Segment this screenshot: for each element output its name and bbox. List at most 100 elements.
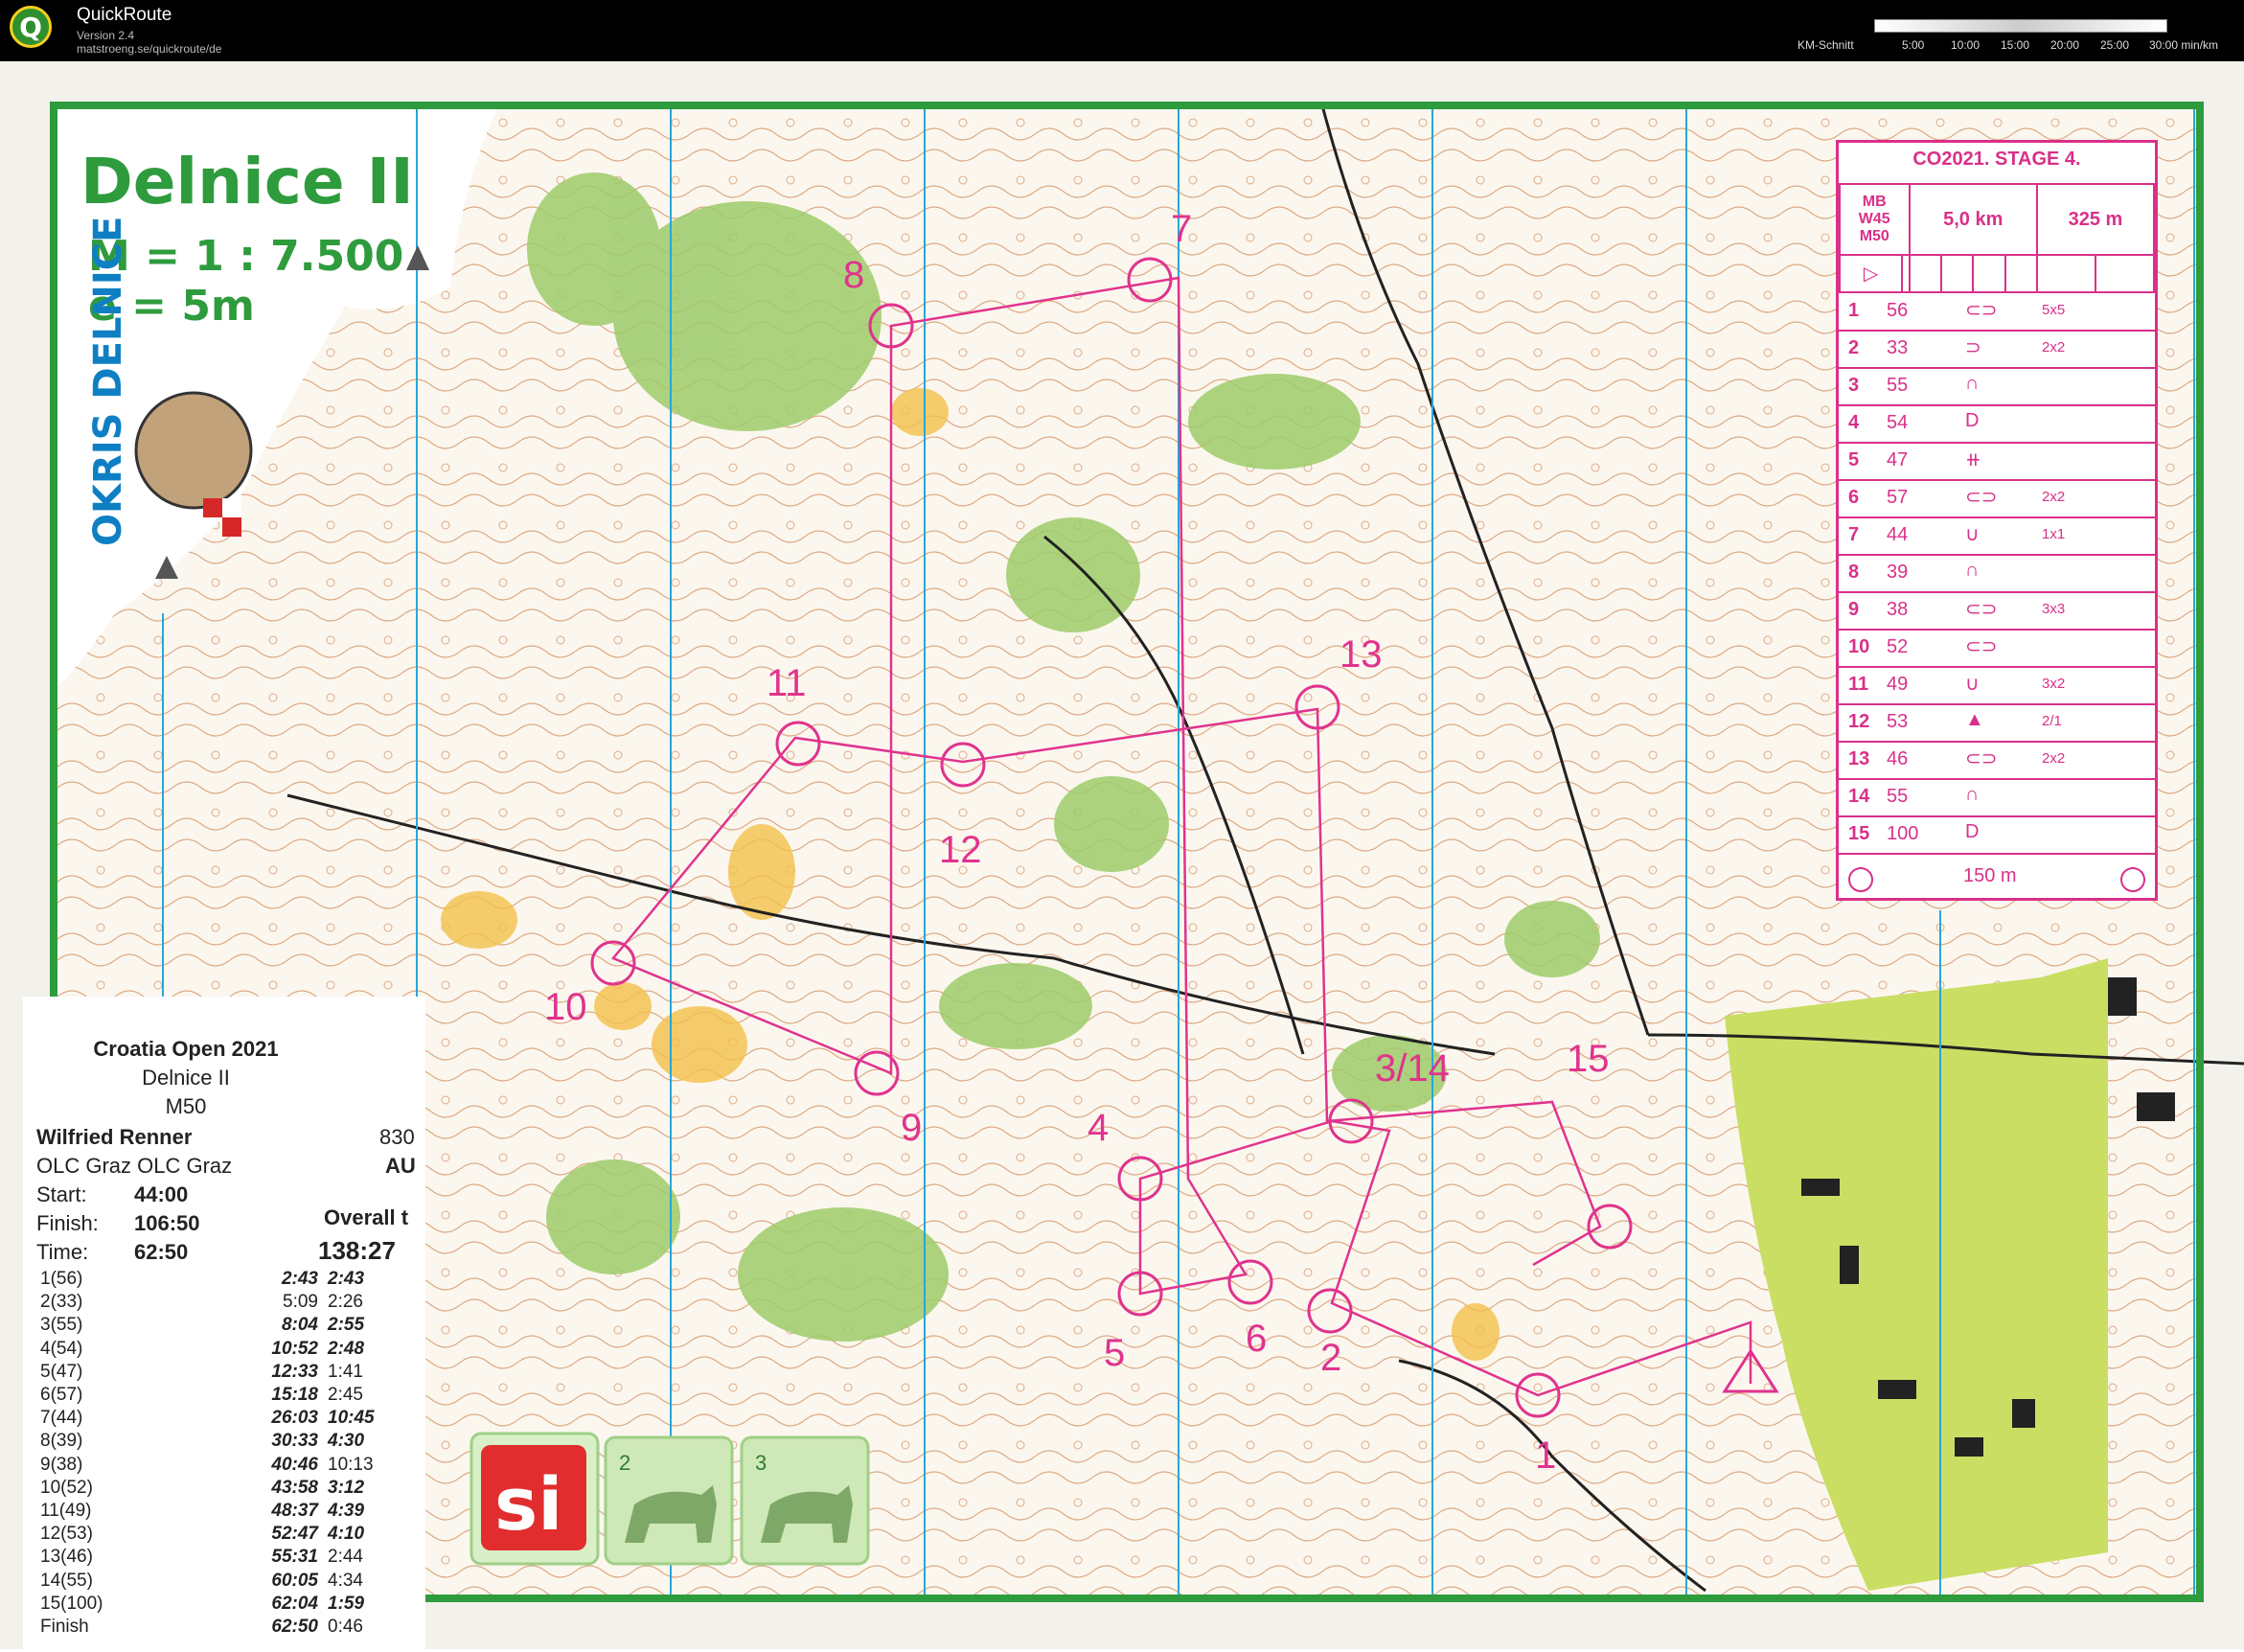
control-seq: 7 bbox=[1848, 524, 1860, 545]
feature-symbol-icon: ⧺ bbox=[1965, 449, 1981, 470]
feature-symbol-icon: D bbox=[1965, 821, 1980, 842]
si-logo-text: si bbox=[494, 1461, 562, 1547]
split-row: 3(55) 8:04 2:55 bbox=[40, 1315, 424, 1338]
overall-label: Overall t bbox=[324, 1205, 409, 1229]
split-row: 10(52) 43:58 3:12 bbox=[40, 1478, 424, 1501]
control-code: 55 bbox=[1887, 786, 1909, 807]
description-row: 13 46 ⊂⊃ 2x2 bbox=[1839, 741, 2155, 780]
legend-tick: 30:00 min/km bbox=[2149, 38, 2219, 52]
badge-2: 2 bbox=[604, 1435, 734, 1566]
split-leg: 0:46 bbox=[328, 1617, 363, 1637]
feature-symbol-icon: ∩ bbox=[1965, 373, 1980, 394]
split-leg: 4:30 bbox=[328, 1431, 365, 1452]
split-leg: 2:43 bbox=[328, 1269, 365, 1289]
split-cumulative: 60:05 bbox=[271, 1570, 318, 1591]
split-control: 5(47) bbox=[40, 1361, 83, 1382]
split-leg: 1:59 bbox=[328, 1593, 365, 1614]
description-row: 5 47 ⧺ bbox=[1839, 442, 2155, 481]
orienteering-map[interactable]: 1 2 3/14 4 5 6 7 8 9 10 11 12 13 15 Deln… bbox=[0, 61, 2244, 1649]
split-leg: 2:55 bbox=[328, 1315, 365, 1336]
control-number-9: 9 bbox=[901, 1107, 922, 1149]
description-row: 9 38 ⊂⊃ 3x3 bbox=[1839, 591, 2155, 631]
description-row: 2 33 ⊃ 2x2 bbox=[1839, 330, 2155, 369]
description-row: 10 52 ⊂⊃ bbox=[1839, 629, 2155, 668]
feature-dimension: 2/1 bbox=[2042, 713, 2062, 729]
split-control: 10(52) bbox=[40, 1477, 93, 1498]
control-number-2: 2 bbox=[1320, 1337, 1341, 1379]
split-leg: 1:41 bbox=[328, 1361, 363, 1382]
control-code: 33 bbox=[1887, 337, 1909, 358]
split-row: 15(100) 62:04 1:59 bbox=[40, 1594, 424, 1617]
si-logo: si bbox=[469, 1432, 600, 1566]
split-row: 8(39) 30:33 4:30 bbox=[40, 1431, 424, 1454]
legend-tick: 15:00 bbox=[2001, 38, 2030, 52]
feature-symbol-icon: ▲ bbox=[1965, 709, 1984, 730]
split-cumulative: 52:47 bbox=[271, 1524, 318, 1545]
description-title: CO2021. STAGE 4. bbox=[1912, 149, 2081, 170]
class-label: W45 bbox=[1858, 211, 1890, 227]
map-scale: M = 1 : 7.500 bbox=[88, 232, 403, 281]
feature-dimension: 3x2 bbox=[2042, 676, 2066, 692]
club-logo-text: OKRIS DELNICE bbox=[86, 217, 130, 546]
badge-3: 3 bbox=[740, 1435, 870, 1566]
feature-dimension: 1x1 bbox=[2042, 526, 2066, 542]
control-seq: 2 bbox=[1848, 337, 1860, 358]
split-control: 3(55) bbox=[40, 1315, 83, 1336]
control-seq: 14 bbox=[1848, 786, 1870, 807]
runner-country: AU bbox=[385, 1154, 416, 1178]
split-leg: 10:45 bbox=[328, 1408, 375, 1429]
course-length: 5,0 km bbox=[1908, 183, 2038, 256]
start-symbol-icon: ▷ bbox=[1838, 254, 1904, 293]
split-leg: 2:48 bbox=[328, 1338, 365, 1359]
finish-time: 106:50 bbox=[134, 1211, 200, 1235]
feature-symbol-icon: ⊂⊃ bbox=[1965, 636, 1998, 657]
description-row: 15 100 D bbox=[1839, 815, 2155, 855]
control-seq: 9 bbox=[1848, 599, 1860, 620]
control-number-12: 12 bbox=[939, 829, 982, 871]
control-number-11: 11 bbox=[767, 662, 807, 704]
description-row: 7 44 ∪ 1x1 bbox=[1839, 516, 2155, 556]
feature-symbol-icon: ∩ bbox=[1965, 784, 1980, 805]
split-leg: 10:13 bbox=[328, 1454, 374, 1475]
finish-circle-icon bbox=[1848, 867, 1873, 892]
control-code: 55 bbox=[1887, 375, 1909, 396]
split-cumulative: 15:18 bbox=[271, 1385, 318, 1405]
control-description-sheet: CO2021. STAGE 4. MB W45 M50 5,0 km 325 m… bbox=[1836, 140, 2158, 901]
control-number-6: 6 bbox=[1246, 1318, 1267, 1360]
split-control: 13(46) bbox=[40, 1547, 93, 1568]
split-cumulative: 30:33 bbox=[271, 1431, 318, 1452]
control-seq: 5 bbox=[1848, 449, 1860, 470]
pace-legend-label: KM-Schnitt bbox=[1797, 38, 1854, 52]
app-title: QuickRoute bbox=[77, 5, 172, 25]
overall-time: 138:27 bbox=[318, 1236, 396, 1265]
split-row: 12(53) 52:47 4:10 bbox=[40, 1524, 424, 1547]
feature-symbol-icon: D bbox=[1965, 410, 1980, 431]
legend-tick: 10:00 bbox=[1951, 38, 1981, 52]
split-control: 2(33) bbox=[40, 1292, 83, 1313]
legend-tick: 5:00 bbox=[1902, 38, 1925, 52]
split-cumulative: 12:33 bbox=[271, 1361, 318, 1382]
split-control: 1(56) bbox=[40, 1269, 83, 1289]
split-cumulative: 26:03 bbox=[271, 1408, 318, 1429]
split-row: Finish 62:50 0:46 bbox=[40, 1617, 424, 1640]
control-number-3-14: 3/14 bbox=[1375, 1047, 1450, 1090]
split-cumulative: 10:52 bbox=[271, 1338, 318, 1359]
app-url[interactable]: matstroeng.se/quickroute/de bbox=[77, 42, 221, 56]
legend-tick: 25:00 bbox=[2100, 38, 2130, 52]
split-row: 2(33) 5:09 2:26 bbox=[40, 1292, 424, 1315]
splits-panel: Croatia Open 2021 Delnice II M50 Wilfrie… bbox=[23, 997, 425, 1649]
split-control: 11(49) bbox=[40, 1501, 92, 1521]
split-cumulative: 8:04 bbox=[281, 1315, 318, 1336]
split-row: 13(46) 55:31 2:44 bbox=[40, 1547, 424, 1570]
split-control: 15(100) bbox=[40, 1593, 103, 1614]
control-code: 100 bbox=[1887, 823, 1919, 844]
split-control: 12(53) bbox=[40, 1524, 93, 1545]
split-leg: 4:10 bbox=[328, 1524, 365, 1545]
class-name: M50 bbox=[165, 1094, 207, 1118]
split-leg: 4:39 bbox=[328, 1501, 365, 1521]
course-climb: 325 m bbox=[2035, 183, 2156, 256]
finish-line: 150 m bbox=[1848, 863, 2145, 892]
feature-symbol-icon: ⊂⊃ bbox=[1965, 599, 1998, 620]
description-table: MB W45 M50 5,0 km 325 m ▷ bbox=[1838, 183, 2156, 293]
runner-bib: 830 bbox=[379, 1125, 415, 1149]
